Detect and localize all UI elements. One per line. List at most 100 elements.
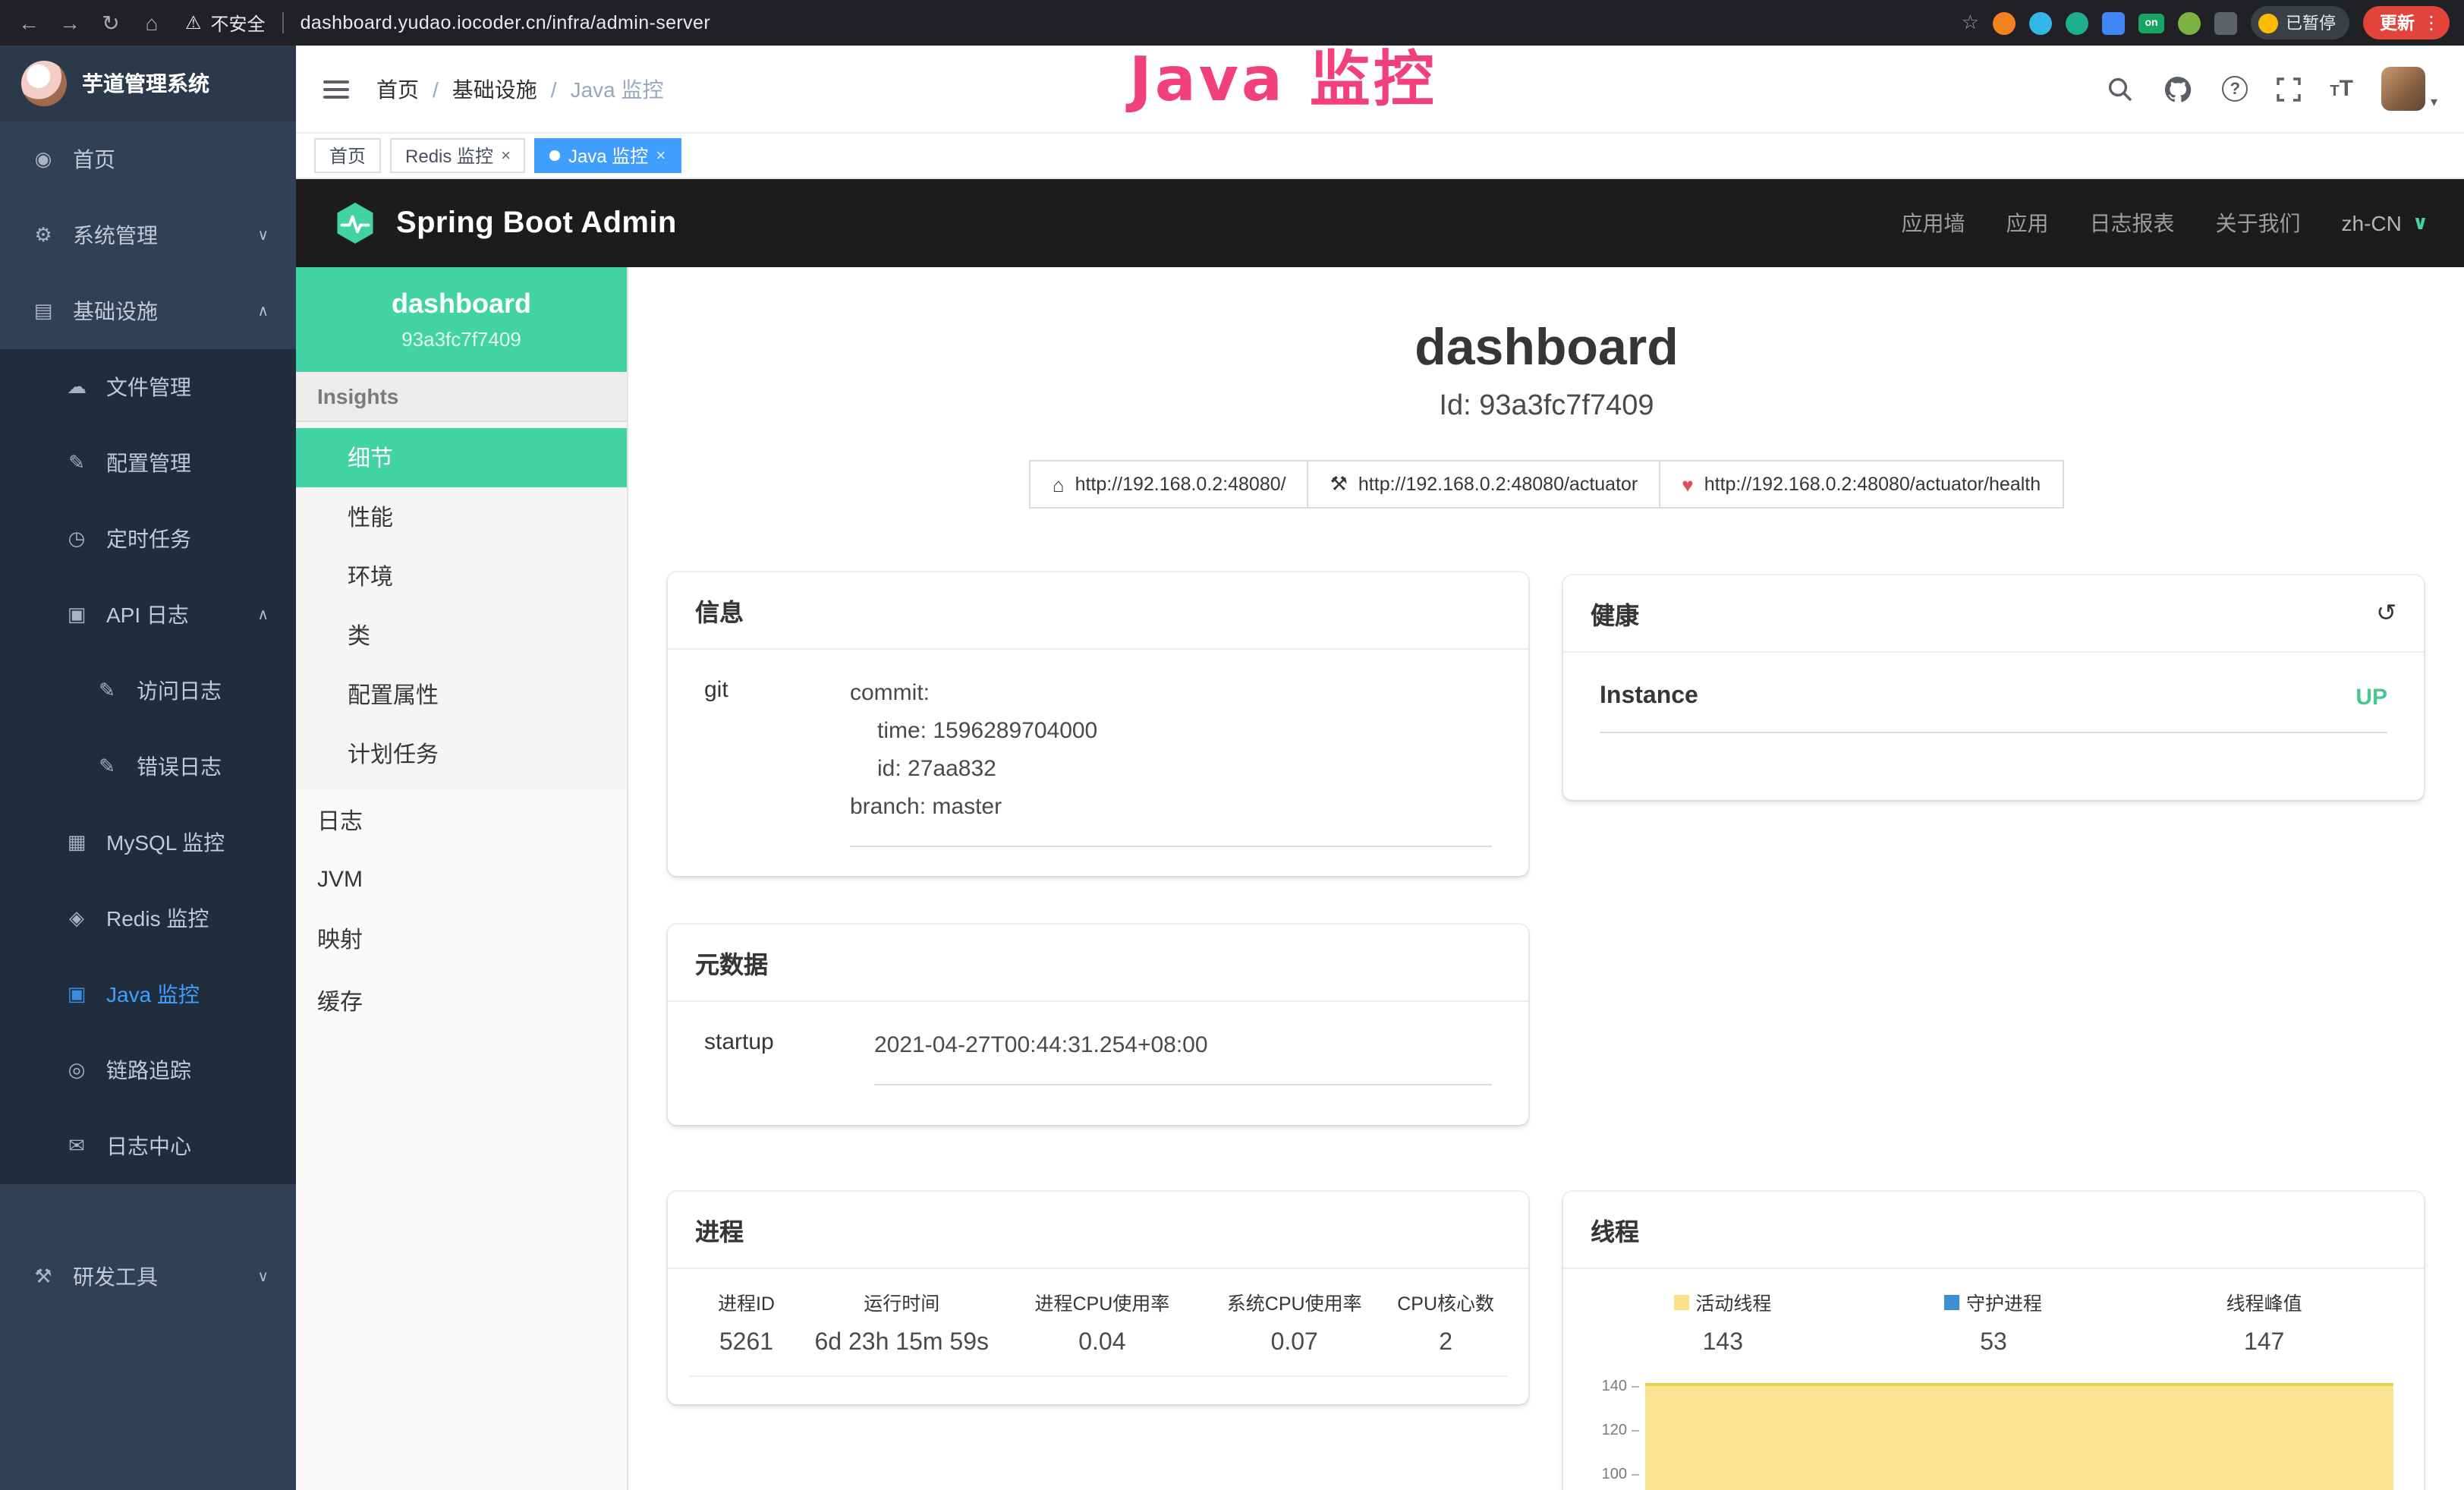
paused-label: 已暂停 bbox=[2286, 11, 2336, 35]
extension-icon-leaf[interactable] bbox=[2178, 11, 2201, 34]
extension-icon-grid[interactable] bbox=[2102, 11, 2125, 34]
security-label[interactable]: 不安全 bbox=[211, 10, 266, 36]
info-card-body: git commit: time: 1596289704000 id: 27aa… bbox=[668, 650, 1528, 874]
process-col-cpu: 进程CPU使用率 bbox=[1000, 1287, 1205, 1316]
bookmark-star-icon[interactable]: ☆ bbox=[1962, 11, 1979, 35]
health-instance-row[interactable]: Instance UP bbox=[1600, 683, 2387, 733]
app-frame: 芋道管理系统 ◉ 首页 ⚙ 系统管理 ∨ ▤ 基础设施 ∧ ☁ bbox=[0, 46, 2464, 1490]
sidebar-item-redis-monitor[interactable]: ◈ Redis 监控 bbox=[0, 880, 296, 956]
tag-java-monitor[interactable]: Java 监控 × bbox=[535, 138, 681, 173]
sba-item-caches[interactable]: 缓存 bbox=[296, 970, 627, 1032]
chevron-down-icon: ∨ bbox=[257, 1268, 269, 1285]
process-uptime-value: 6d 23h 15m 59s bbox=[804, 1330, 1000, 1357]
git-commit-line: commit: bbox=[850, 674, 1492, 712]
sidebar-item-mysql-monitor[interactable]: ▦ MySQL 监控 bbox=[0, 805, 296, 880]
browser-menu-icon[interactable]: ⋮ bbox=[2422, 12, 2440, 33]
instance-home-link[interactable]: ⌂ http://192.168.0.2:48080/ bbox=[1030, 460, 1309, 509]
hamburger-icon[interactable] bbox=[323, 80, 349, 98]
doc-icon: ✎ bbox=[94, 679, 120, 703]
url-text[interactable]: dashboard.yudao.iocoder.cn/infra/admin-s… bbox=[301, 12, 711, 33]
close-icon[interactable]: × bbox=[656, 146, 666, 165]
sba-item-performance[interactable]: 性能 bbox=[296, 487, 627, 547]
forward-icon[interactable]: → bbox=[56, 11, 83, 35]
infrastructure-icon: ▤ bbox=[30, 299, 56, 323]
close-icon[interactable]: × bbox=[501, 146, 511, 165]
history-icon[interactable]: ↺ bbox=[2376, 598, 2396, 628]
health-card-title: 健康 bbox=[1591, 595, 1639, 632]
extensions-puzzle-icon[interactable] bbox=[2214, 11, 2237, 34]
main-column: 首页 / 基础设施 / Java 监控 ? bbox=[296, 46, 2464, 1490]
sba-nav-journal[interactable]: 日志报表 bbox=[2090, 208, 2175, 238]
sidebar-item-system-mgmt[interactable]: ⚙ 系统管理 ∨ bbox=[0, 197, 296, 273]
info-key: git bbox=[704, 674, 850, 847]
cards-col-left: 信息 git commit: time: 1596289704000 id: 2… bbox=[668, 572, 1528, 1404]
tag-home[interactable]: 首页 bbox=[314, 138, 381, 173]
sba-content: dashboard Id: 93a3fc7f7409 ⌂ http://192.… bbox=[628, 267, 2464, 1490]
font-size-icon[interactable]: TT bbox=[2330, 77, 2353, 100]
breadcrumb: 首页 / 基础设施 / Java 监控 bbox=[376, 74, 664, 104]
user-menu[interactable]: ▾ bbox=[2382, 67, 2437, 111]
sidebar-item-file-mgmt[interactable]: ☁ 文件管理 bbox=[0, 349, 296, 425]
page-subtitle: Id: 93a3fc7f7409 bbox=[628, 390, 2464, 424]
instance-actuator-link[interactable]: ⚒ http://192.168.0.2:48080/actuator bbox=[1309, 460, 1661, 509]
app-logo[interactable]: 芋道管理系统 bbox=[0, 46, 296, 121]
tag-redis-monitor[interactable]: Redis 监控 × bbox=[390, 138, 526, 173]
dashboard-icon: ◉ bbox=[30, 147, 56, 172]
help-icon[interactable]: ? bbox=[2222, 76, 2248, 102]
github-icon[interactable] bbox=[2163, 74, 2193, 104]
extension-icon-blue-drop[interactable] bbox=[2029, 11, 2052, 34]
mail-icon: ✉ bbox=[64, 1134, 90, 1158]
sba-nav-about[interactable]: 关于我们 bbox=[2216, 208, 2301, 238]
health-instance-label: Instance bbox=[1600, 683, 1698, 710]
sidebar-item-java-monitor[interactable]: ▣ Java 监控 bbox=[0, 956, 296, 1032]
paused-badge[interactable]: 已暂停 bbox=[2251, 6, 2349, 39]
sba-item-logs[interactable]: 日志 bbox=[296, 789, 627, 852]
instance-health-link[interactable]: ♥ http://192.168.0.2:48080/actuator/heal… bbox=[1660, 460, 2063, 509]
sidebar-item-config-mgmt[interactable]: ✎ 配置管理 bbox=[0, 425, 296, 501]
sidebar-item-scheduled-jobs[interactable]: ◷ 定时任务 bbox=[0, 501, 296, 577]
tools-icon: ⚒ bbox=[30, 1265, 56, 1289]
topbar-actions: ? TT ▾ bbox=[2107, 67, 2437, 111]
sba-brand[interactable]: Spring Boot Admin bbox=[332, 200, 677, 246]
sidebar-item-trace[interactable]: ◎ 链路追踪 bbox=[0, 1032, 296, 1108]
instance-header[interactable]: dashboard 93a3fc7f7409 bbox=[296, 267, 627, 372]
breadcrumb-infrastructure[interactable]: 基础设施 bbox=[452, 74, 537, 104]
sba-item-environment[interactable]: 环境 bbox=[296, 547, 627, 606]
sba-item-details[interactable]: 细节 bbox=[296, 428, 627, 487]
sba-item-jvm[interactable]: JVM bbox=[296, 852, 627, 908]
home-icon[interactable]: ⌂ bbox=[138, 11, 165, 35]
address-bar[interactable]: ⚠ 不安全 dashboard.yudao.iocoder.cn/infra/a… bbox=[185, 10, 710, 36]
sba-title: Spring Boot Admin bbox=[396, 206, 677, 241]
sidebar-item-access-logs[interactable]: ✎ 访问日志 bbox=[0, 653, 296, 729]
sidebar-item-api-logs[interactable]: ▣ API 日志 ∧ bbox=[0, 577, 296, 653]
locale-selector[interactable]: zh-CN ∨ bbox=[2342, 211, 2428, 235]
sba-nav-applications[interactable]: 应用 bbox=[2006, 208, 2049, 238]
sidebar-item-home[interactable]: ◉ 首页 bbox=[0, 121, 296, 197]
sba-nav-wallboard[interactable]: 应用墙 bbox=[1902, 208, 1965, 238]
extension-icon-on-switch[interactable]: on bbox=[2138, 13, 2164, 33]
back-icon[interactable]: ← bbox=[15, 11, 42, 35]
breadcrumb-home[interactable]: 首页 bbox=[376, 74, 419, 104]
sidebar-item-error-logs[interactable]: ✎ 错误日志 bbox=[0, 729, 296, 805]
search-icon[interactable] bbox=[2107, 75, 2134, 102]
sidebar-item-infrastructure[interactable]: ▤ 基础设施 ∧ bbox=[0, 273, 296, 349]
sba-logo-icon bbox=[332, 200, 378, 246]
threads-card: 线程 活动线程 143 守护进程 bbox=[1563, 1192, 2424, 1490]
clock-icon: ◷ bbox=[64, 527, 90, 551]
sba-item-config-props[interactable]: 配置属性 bbox=[296, 665, 627, 724]
process-col-pid: 进程ID bbox=[689, 1287, 804, 1316]
process-card: 进程 进程ID 5261 运行时间 bbox=[668, 1192, 1528, 1404]
sba-item-mappings[interactable]: 映射 bbox=[296, 908, 627, 970]
update-button[interactable]: 更新 ⋮ bbox=[2363, 6, 2450, 39]
instance-id: 93a3fc7f7409 bbox=[311, 328, 612, 351]
sidebar-item-log-center[interactable]: ✉ 日志中心 bbox=[0, 1108, 296, 1184]
fullscreen-icon[interactable] bbox=[2277, 77, 2301, 101]
live-threads-value: 143 bbox=[1588, 1329, 1858, 1356]
sidebar-item-dev-tools[interactable]: ⚒ 研发工具 ∨ bbox=[0, 1239, 296, 1315]
sba-item-scheduled-tasks[interactable]: 计划任务 bbox=[296, 724, 627, 783]
sba-item-classes[interactable]: 类 bbox=[296, 606, 627, 665]
extension-icon-teal[interactable] bbox=[2066, 11, 2088, 34]
sba-insights-items: 细节 性能 环境 类 配置属性 计划任务 bbox=[296, 422, 627, 789]
reload-icon[interactable]: ↻ bbox=[97, 10, 124, 36]
extension-icon-orange[interactable] bbox=[1993, 11, 2016, 34]
